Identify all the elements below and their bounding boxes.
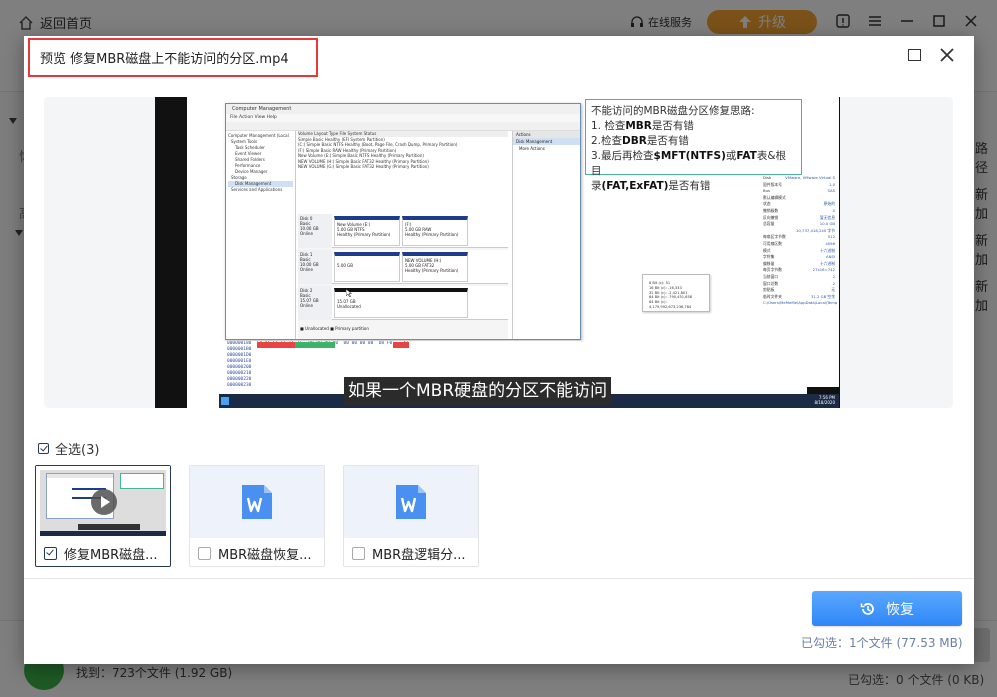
dialog-maximize-icon[interactable] [908,49,921,61]
dialog-header: 预览 修复MBR磁盘上不能访问的分区.mp4 [24,36,974,78]
dialog-title-highlight: 预览 修复MBR磁盘上不能访问的分区.mp4 [28,38,318,77]
partition: (F:) 5.00 GB RAW Healthy (Primary Partit… [402,216,468,246]
info-row: 模式 十六进制 [763,247,835,253]
taskbar-clock: 7:56 PM 8/18/2020 [814,395,835,405]
info-path: C:\Users\MeMeMe\AppData\Local\Temp [763,300,838,306]
recover-label: 恢复 [886,601,914,618]
word-document-icon [242,485,272,519]
file-card-word[interactable]: MBR磁盘恢复... [189,465,325,567]
disk-row: Disk 1 Basic 10.00 GB Online 5.00 GB NEW… [298,250,508,284]
info-row: 字符集 ANSI [763,254,835,260]
file-name: 修复MBR磁盘... [64,548,158,563]
recover-button[interactable]: 恢复 [812,591,962,626]
file-name: MBR磁盘恢复... [218,548,312,563]
preview-dialog: 预览 修复MBR磁盘上不能访问的分区.mp4 Computer Manageme… [24,36,974,664]
dialog-title: 预览 修复MBR磁盘上不能访问的分区.mp4 [40,52,289,67]
video-disk-map: Disk 0 Basic 10.00 GB Online New Volume … [298,214,508,339]
info-row: 每扇区字节数 512 [763,234,835,240]
info-row: 可用扇区数 4096 [763,240,835,246]
note-line: 3.最后再检查$MFT(NTFS)或FAT表&根目 [591,150,787,177]
video-actions-pane: Actions Disk Management More Actions [512,131,580,339]
interpreter-line: 64 Bit (c): 4,179,992,673,236,784 [649,300,692,309]
video-player[interactable]: Computer Management File Action View Hel… [155,97,840,408]
file-card-word[interactable]: MBR盘逻辑分... [343,465,479,567]
info-row: 默认编辑模式 [763,194,786,200]
thumbnail-note [120,473,164,489]
info-row: 偏移量 十六进制 [763,260,835,266]
note-line: 录(FAT,ExFAT)是否有错 [591,180,711,192]
tree-item: Services and Applications [231,187,283,192]
windows-start-icon [221,397,229,405]
video-thumbnail[interactable] [36,466,170,538]
note-title: 不能访问的MBR磁盘分区修复思路: [591,105,755,117]
play-icon[interactable] [91,489,117,515]
actions-more: More Actions [519,146,545,151]
selected-info: 已勾选：1个文件 (77.53 MB) [801,636,963,650]
info-row: 反向撤销 暂无信息 [763,214,835,220]
partition: New Volume (E:) 5.00 GB NTFS Healthy (Pr… [334,216,400,246]
partition: 15.07 GB Unallocated [334,288,468,318]
info-row: 10,737,418,240 字节 [796,227,835,233]
info-row: 剪贴板无 [763,287,835,293]
video-window-toolbar [226,122,580,131]
disk-label: Disk 1 Basic 10.00 GB Online [298,250,332,284]
hex-highlight [295,342,335,348]
note-line: 2.检查DBR是否有错 [591,135,689,147]
file-thumbnail[interactable] [344,466,478,538]
video-window-title: Computer Management [226,104,580,114]
video-volume-table: Volume Layout Type File System Status Si… [298,131,508,211]
word-document-icon [396,485,426,519]
disk-row: Disk 0 Basic 10.00 GB Online New Volume … [298,214,508,248]
note-line: 1. 检查MBR是否有错 [591,120,694,132]
file-card-video[interactable]: 修复MBR磁盘... [35,465,171,567]
video-window-menu: File Action View Help [226,114,580,122]
file-checkbox[interactable] [198,547,211,560]
actions-selected: Disk Management [513,138,580,145]
restore-clock-icon [860,602,874,615]
video-computer-management-window: Computer Management File Action View Hel… [225,103,581,340]
info-row: 总容量 10.0 GB [763,221,835,227]
actions-header: Actions [513,131,580,138]
table-row: NEW VOLUME (G:) Simple Basic FAT32 Healt… [298,164,429,169]
disk-row: Disk 2 Basic 15.07 GB Online 15.07 GB Un… [298,286,508,320]
select-all-label: 全选(3) [55,443,100,458]
thumbnail-taskbar [40,531,166,536]
select-all-checkbox[interactable]: 全选(3) [38,439,99,458]
disk-label: Disk 2 Basic 15.07 GB Online [298,286,332,320]
partition: NEW VOLUME (H:) 5.00 GB FAT32 Healthy (P… [402,252,468,282]
partition: 5.00 GB [334,252,400,282]
video-subtitle: 如果一个MBR硬盘的分区不能访问 [344,377,612,405]
video-annotation-note: 不能访问的MBR磁盘分区修复思路: 1. 检查MBR是否有错 2.检查DBR是否… [585,99,802,192]
video-data-interpreter: 8 Bit (c): 51 16 Bit (c): -16,333 32 Bit… [642,274,710,312]
file-card-label: MBR盘逻辑分... [352,544,466,563]
info-row: 窗口总数 2 [763,280,835,286]
info-row: 撤销级数 0 [763,207,835,213]
info-row: 每页字节数 27x16=742 [763,267,835,273]
info-row: 状态 原始的 [763,201,835,207]
file-checkbox[interactable] [44,547,57,560]
hex-highlight [393,342,409,348]
video-tree-pane: Computer Management (Local System Tools … [226,131,296,339]
file-checkbox[interactable] [352,547,365,560]
dialog-divider [24,578,974,579]
file-card-label: 修复MBR磁盘... [44,544,158,563]
hex-highlight [257,342,295,348]
file-thumbnail[interactable] [190,466,324,538]
file-card-label: MBR磁盘恢复... [198,544,312,563]
select-all-check-icon[interactable] [38,443,49,454]
file-name: MBR盘逻辑分... [372,548,466,563]
info-row: 临时文件夹 31.2 GB 空余 [763,293,835,299]
disk-legend: ■ Unallocated ■ Primary partition [300,326,369,331]
dialog-close-icon[interactable] [939,47,955,63]
info-row: 当前窗口 2 [763,273,835,279]
thumbnail-subtitle [78,524,140,530]
disk-label: Disk 0 Basic 10.00 GB Online [298,214,332,248]
mouse-cursor-icon [346,289,352,297]
